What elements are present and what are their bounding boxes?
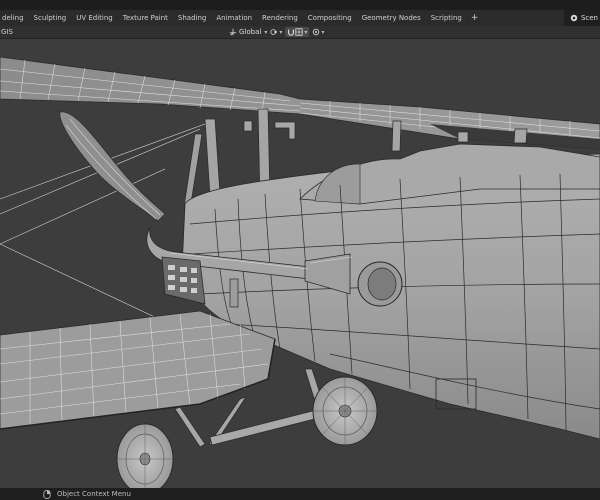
- tab-animation[interactable]: Animation: [211, 10, 257, 26]
- biplane-model-render: [0, 56, 600, 488]
- tab-sculpting[interactable]: Sculpting: [29, 10, 72, 26]
- cockpit-opening: [314, 163, 361, 205]
- tab-modeling[interactable]: deling: [0, 10, 29, 26]
- proportional-editing-toggle[interactable]: ▾: [312, 27, 324, 37]
- tab-uv-editing[interactable]: UV Editing: [71, 10, 118, 26]
- snap-grid-icon: [295, 28, 303, 36]
- scene-name: Scen: [580, 14, 598, 22]
- tab-scripting[interactable]: Scripting: [426, 10, 467, 26]
- cabane-strut-left: [204, 118, 221, 197]
- snap-toggle[interactable]: ▾: [285, 27, 310, 37]
- transform-orientation-dropdown[interactable]: Global ▾: [229, 27, 267, 37]
- tab-shading[interactable]: Shading: [173, 10, 211, 26]
- transform-orientation-value: Global: [239, 28, 262, 36]
- scene-icon: [570, 14, 578, 22]
- tab-geometry-nodes[interactable]: Geometry Nodes: [357, 10, 426, 26]
- chevron-down-icon: ▾: [279, 28, 283, 36]
- top-bar: [0, 0, 600, 10]
- add-workspace-button[interactable]: +: [467, 13, 483, 23]
- scene-selector[interactable]: Scen: [563, 10, 600, 26]
- mouse-right-click-icon: [43, 489, 51, 499]
- tab-rendering[interactable]: Rendering: [257, 10, 303, 26]
- viewport-header: GIS Global ▾ ▾ ▾ ▾: [0, 26, 600, 39]
- status-bar: Object Context Menu: [0, 488, 600, 500]
- chevron-down-icon: ▾: [304, 28, 308, 36]
- workspace-tabs: deling Sculpting UV Editing Texture Pain…: [0, 10, 600, 27]
- propeller-blade: [59, 111, 166, 222]
- globe-axes-icon: [229, 28, 237, 36]
- chevron-down-icon: ▾: [264, 28, 268, 36]
- status-hint-text: Object Context Menu: [57, 490, 131, 498]
- 3d-viewport[interactable]: [0, 39, 600, 488]
- pivot-icon: [270, 29, 278, 35]
- proportional-edit-icon: [313, 28, 320, 36]
- tab-compositing[interactable]: Compositing: [303, 10, 357, 26]
- magnet-icon: [288, 29, 295, 36]
- chevron-down-icon: ▾: [321, 28, 325, 36]
- pivot-point-dropdown[interactable]: ▾: [270, 27, 282, 37]
- tab-texture-paint[interactable]: Texture Paint: [118, 10, 173, 26]
- mode-label: GIS: [1, 28, 13, 36]
